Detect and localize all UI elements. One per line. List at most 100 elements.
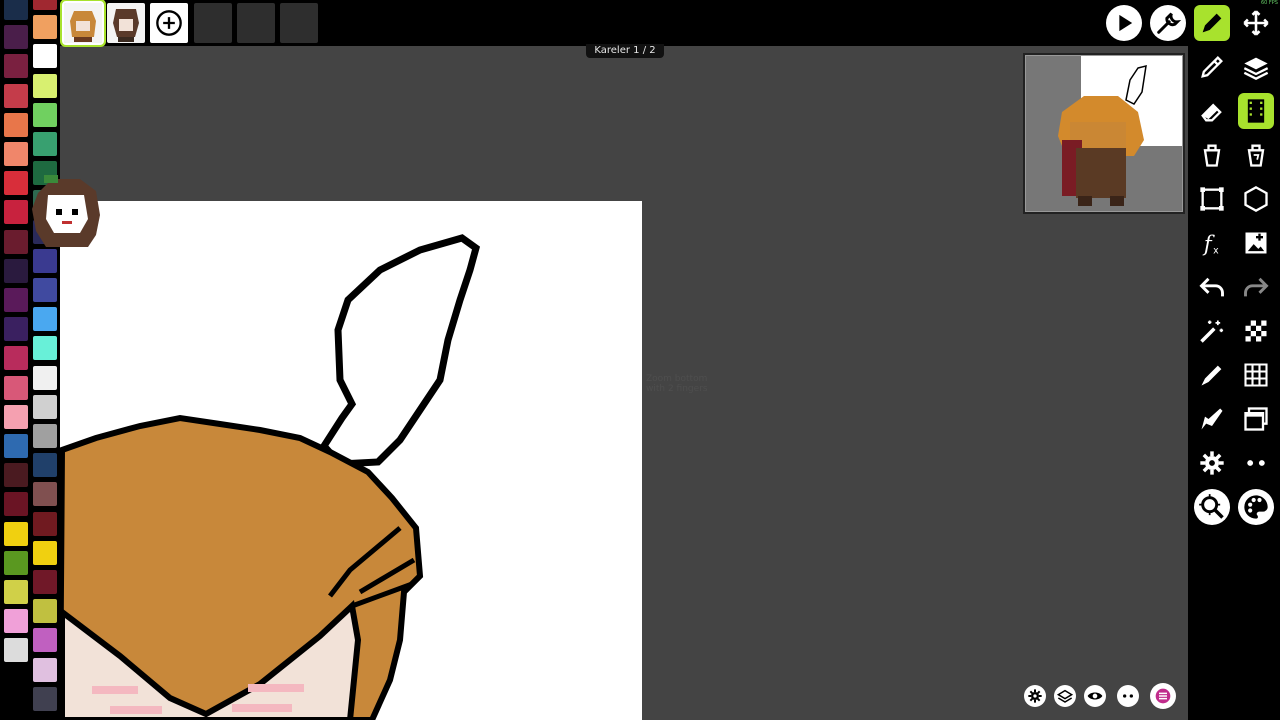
more-button[interactable] [1238, 445, 1274, 481]
color-swatch[interactable] [4, 83, 28, 108]
color-swatch[interactable] [4, 200, 28, 225]
shape-tool[interactable] [1238, 181, 1274, 217]
tools-settings-button[interactable] [1150, 5, 1186, 41]
undo-button[interactable] [1194, 269, 1230, 305]
select-rectangle-tool[interactable] [1194, 181, 1230, 217]
canvas-preview[interactable] [1023, 53, 1185, 214]
play-icon [1119, 14, 1133, 32]
color-swatch[interactable] [33, 336, 57, 361]
color-swatch[interactable] [33, 394, 57, 419]
checker-icon [1245, 320, 1267, 342]
user-avatar[interactable] [30, 175, 102, 253]
color-swatch[interactable] [4, 346, 28, 371]
color-swatch[interactable] [33, 570, 57, 594]
color-swatch[interactable] [4, 142, 28, 166]
windows-tool[interactable] [1238, 401, 1274, 437]
frame-2-thumbnail[interactable] [107, 3, 145, 43]
color-swatch[interactable] [33, 599, 57, 624]
empty-frame-slot [280, 3, 318, 43]
grid-tool[interactable] [1238, 357, 1274, 393]
brush-icon [1201, 408, 1223, 430]
color-swatch[interactable] [33, 424, 57, 448]
frame-1-preview-image [70, 11, 96, 42]
eyedropper-tool[interactable] [1194, 49, 1230, 85]
color-swatch[interactable] [4, 434, 28, 458]
color-swatch[interactable] [33, 132, 57, 156]
magic-wand-tool[interactable] [1194, 313, 1230, 349]
windows-icon [1244, 407, 1268, 431]
color-swatch[interactable] [33, 278, 57, 302]
brush-settings-tool[interactable] [1194, 401, 1230, 437]
select-rect-icon [1200, 187, 1224, 211]
undo-icon [1199, 277, 1224, 297]
paint-bucket-icon [1203, 144, 1221, 167]
brush-tool[interactable] [1194, 357, 1230, 393]
frame-1-thumbnail[interactable] [62, 1, 104, 45]
color-swatch[interactable] [4, 54, 28, 79]
main-menu-button[interactable] [1150, 683, 1176, 709]
frame-2-preview-image [113, 9, 139, 42]
pencil-tool[interactable] [1194, 5, 1230, 41]
color-swatch[interactable] [33, 540, 57, 565]
color-swatch[interactable] [4, 258, 28, 283]
color-swatch[interactable] [33, 15, 57, 40]
move-tool[interactable] [1238, 5, 1274, 41]
color-swatch[interactable] [4, 25, 28, 50]
move-icon [1243, 10, 1269, 36]
layers-tool[interactable] [1238, 49, 1274, 85]
effects-tool[interactable]: fx [1194, 225, 1230, 261]
play-button[interactable] [1106, 5, 1142, 41]
animation-tool[interactable] [1238, 93, 1274, 129]
redo-icon [1244, 277, 1269, 297]
color-swatch[interactable] [4, 404, 28, 429]
eraser-tool[interactable] [1194, 93, 1230, 129]
hexagon-icon [1244, 185, 1268, 213]
color-swatch[interactable] [4, 288, 28, 312]
color-swatch[interactable] [33, 365, 57, 390]
palette-button[interactable] [1238, 489, 1274, 525]
color-swatch[interactable] [4, 375, 28, 400]
drawing-canvas[interactable] [60, 201, 642, 720]
svg-text:x: x [1213, 246, 1219, 257]
color-swatch[interactable] [33, 686, 57, 711]
color-swatch[interactable] [33, 511, 57, 536]
canvas-artwork [60, 234, 481, 720]
fill-tool[interactable] [1194, 137, 1230, 173]
color-swatch[interactable] [4, 609, 28, 634]
checker-tool[interactable] [1238, 313, 1274, 349]
color-swatch[interactable] [33, 453, 57, 478]
color-swatch[interactable] [33, 73, 57, 98]
fill-replace-tool[interactable] [1238, 137, 1274, 173]
color-swatch[interactable] [33, 44, 57, 69]
color-swatch[interactable] [4, 638, 28, 663]
bottom-settings-button[interactable] [1024, 685, 1046, 707]
color-swatch[interactable] [33, 482, 57, 507]
redo-button[interactable] [1238, 269, 1274, 305]
bottom-visibility-button[interactable] [1084, 685, 1106, 707]
color-swatch[interactable] [4, 463, 28, 488]
layers-icon [1243, 57, 1269, 80]
color-swatch[interactable] [4, 229, 28, 254]
bottom-more-button[interactable] [1117, 685, 1139, 707]
color-swatch[interactable] [4, 550, 28, 575]
zoom-button[interactable] [1194, 489, 1230, 525]
color-swatch[interactable] [33, 0, 57, 10]
color-swatch[interactable] [33, 657, 57, 682]
bottom-layers-button[interactable] [1054, 685, 1076, 707]
color-swatch[interactable] [33, 628, 57, 653]
color-swatch[interactable] [4, 112, 28, 137]
settings-button[interactable] [1194, 445, 1230, 481]
color-swatch[interactable] [4, 580, 28, 604]
import-image-tool[interactable] [1238, 225, 1274, 261]
color-swatch[interactable] [4, 317, 28, 342]
preview-image [1026, 56, 1182, 211]
color-swatch[interactable] [33, 102, 57, 127]
add-frame-button[interactable] [150, 3, 188, 43]
color-swatch[interactable] [4, 171, 28, 196]
empty-frame-slot [237, 3, 275, 43]
color-swatch[interactable] [4, 521, 28, 546]
color-swatch[interactable] [33, 307, 57, 332]
color-swatch[interactable] [4, 492, 28, 517]
more-icon [1247, 460, 1265, 466]
color-swatch[interactable] [4, 0, 28, 20]
